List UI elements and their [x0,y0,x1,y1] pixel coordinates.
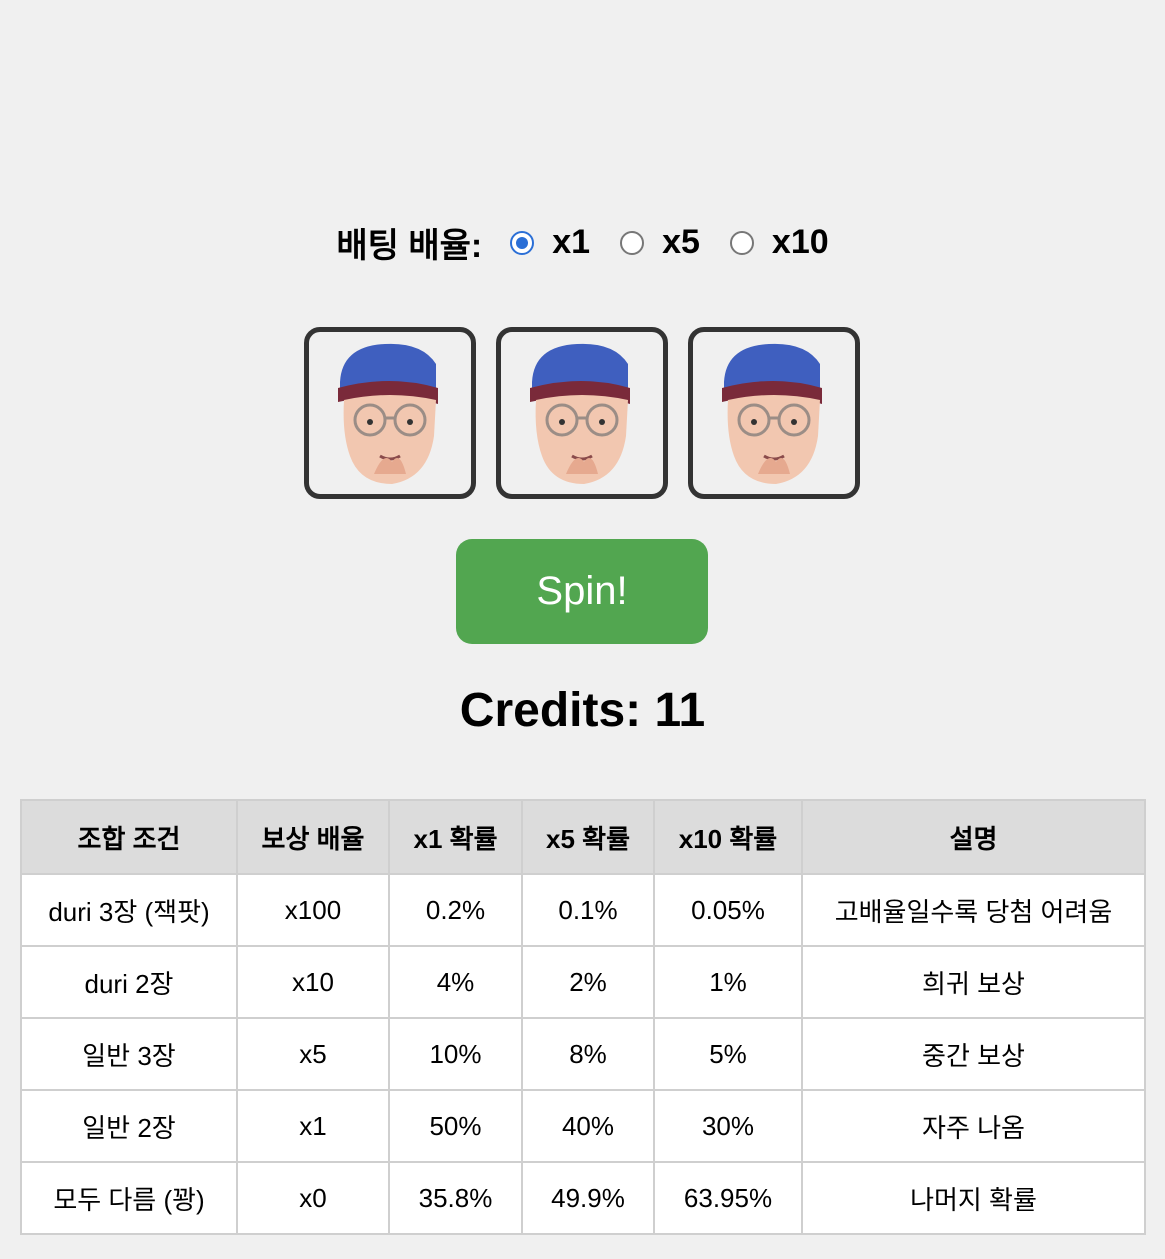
radio-x5[interactable] [620,230,645,255]
slot-reel-3 [688,327,860,499]
table-cell: 35.8% [388,1161,523,1235]
table-cell: 49.9% [521,1161,655,1235]
bet-option-label: x5 [662,223,700,261]
table-row: 일반 2장 x1 50% 40% 30% 자주 나옴 [20,1089,1146,1163]
duri-face-icon [338,343,438,484]
payout-table: 조합 조건 보상 배율 x1 확률 x5 확률 x10 확률 설명 duri 3… [20,799,1146,1235]
slot-reel-1 [304,327,476,499]
table-row: 일반 3장 x5 10% 8% 5% 중간 보상 [20,1017,1146,1091]
table-cell: 50% [388,1089,523,1163]
spin-button[interactable]: Spin! [456,539,708,644]
table-row: 모두 다름 (꽝) x0 35.8% 49.9% 63.95% 나머지 확률 [20,1161,1146,1235]
duri-face-icon [530,343,630,484]
table-cell: 40% [521,1089,655,1163]
slot-machine-page: 배팅 배율: x1 x5 x10 Spin! Credits: 11 조합 조건… [0,0,1165,1259]
table-cell: 4% [388,945,523,1019]
bet-multiplier-selector: 배팅 배율: x1 x5 x10 [0,218,1165,267]
table-cell: 0.2% [388,873,523,947]
table-header: 조합 조건 [20,799,238,875]
duri-face-icon [722,343,822,484]
table-cell: 5% [653,1017,803,1091]
bet-option-label: x1 [552,223,591,261]
radio-x10[interactable] [729,230,754,255]
table-cell: 일반 2장 [20,1089,238,1163]
table-cell: 고배율일수록 당첨 어려움 [801,873,1146,947]
table-cell: 나머지 확률 [801,1161,1146,1235]
table-cell: 0.05% [653,873,803,947]
table-cell: 일반 3장 [20,1017,238,1091]
bet-multiplier-label: 배팅 배율: [336,227,483,265]
table-cell: 2% [521,945,655,1019]
credits-display: Credits: 11 [459,684,706,737]
table-cell: x1 [236,1089,390,1163]
table-cell: duri 3장 (잭팟) [20,873,238,947]
table-cell: 1% [653,945,803,1019]
bet-option-label: x10 [771,223,829,261]
table-cell: x100 [236,873,390,947]
table-cell: 0.1% [521,873,655,947]
table-cell: 63.95% [653,1161,803,1235]
bet-option-x1[interactable]: x1 [510,223,590,262]
table-cell: 30% [653,1089,803,1163]
table-header: x10 확률 [653,799,803,875]
table-row: duri 3장 (잭팟) x100 0.2% 0.1% 0.05% 고배율일수록… [20,873,1146,947]
table-cell: x10 [236,945,390,1019]
table-row: duri 2장 x10 4% 2% 1% 희귀 보상 [20,945,1146,1019]
slot-reel-2 [496,327,668,499]
table-cell: 10% [388,1017,523,1091]
table-cell: 자주 나옴 [801,1089,1146,1163]
table-header: x1 확률 [388,799,523,875]
table-header: 보상 배율 [236,799,390,875]
table-header: x5 확률 [521,799,655,875]
table-header-row: 조합 조건 보상 배율 x1 확률 x5 확률 x10 확률 설명 [20,799,1146,875]
slot-reels [304,327,860,499]
table-cell: x5 [236,1017,390,1091]
table-cell: 중간 보상 [801,1017,1146,1091]
bet-option-x5[interactable]: x5 [620,223,700,262]
radio-x1[interactable] [510,230,535,255]
table-cell: duri 2장 [20,945,238,1019]
bet-option-x10[interactable]: x10 [729,223,829,262]
table-cell: x0 [236,1161,390,1235]
table-cell: 모두 다름 (꽝) [20,1161,238,1235]
table-header: 설명 [801,799,1146,875]
table-cell: 8% [521,1017,655,1091]
table-cell: 희귀 보상 [801,945,1146,1019]
